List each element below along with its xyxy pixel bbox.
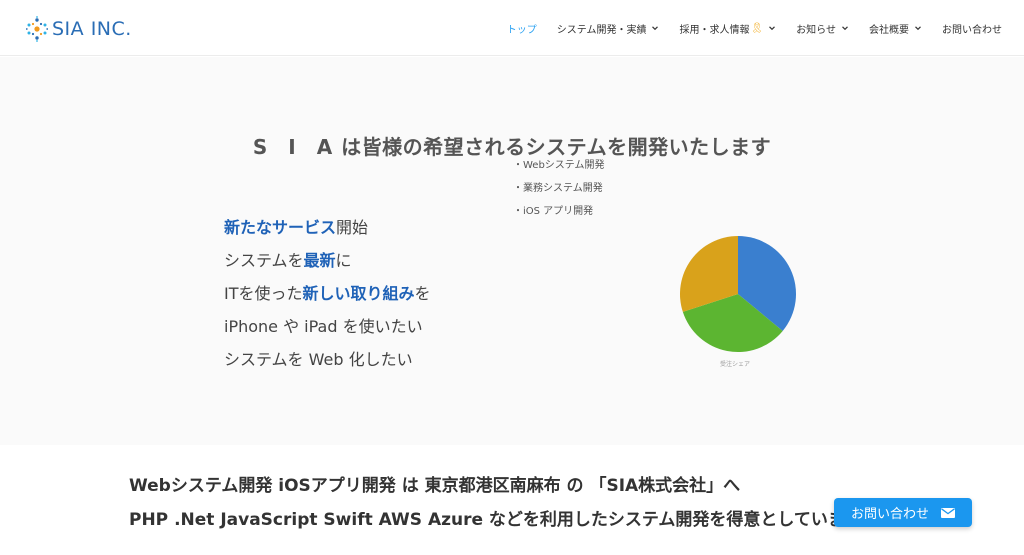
legend-label: ・iOS アプリ開発 bbox=[513, 206, 594, 217]
feature-highlight: 最新 bbox=[303, 251, 336, 270]
feature-highlight: 新たなサービス bbox=[224, 218, 337, 237]
feature-line: 新たなサービス開始 bbox=[224, 217, 431, 250]
chart-title: 受注シェア bbox=[720, 361, 751, 368]
nav-item-label: お問い合わせ bbox=[942, 24, 1002, 36]
tagline-company: S I A bbox=[252, 135, 340, 159]
ribbon-icon: 🎗 bbox=[750, 22, 764, 34]
nav-item-label: トップ bbox=[506, 24, 537, 36]
feature-line: システムを最新に bbox=[224, 250, 431, 283]
nav-item-news[interactable]: お知らせ bbox=[796, 21, 849, 36]
nav-item-label: 採用・求人情報 bbox=[679, 24, 750, 36]
legend-label: ・業務システム開発 bbox=[513, 183, 603, 194]
pie-chart-svg bbox=[680, 236, 796, 352]
feature-text: に bbox=[335, 251, 352, 270]
nav-item-label: お知らせ bbox=[796, 24, 836, 36]
site-header: SIA INC. トップ システム開発・実績 採用・求人情報 🎗 お知らせ 会社… bbox=[0, 0, 1024, 56]
contact-button[interactable]: お問い合わせ bbox=[834, 498, 972, 527]
hero-section: S I A は皆様の希望されるシステムを開発いたします 新たなサービス開始 システム… bbox=[0, 57, 1024, 445]
feature-text: システムを Web 化したい bbox=[224, 350, 413, 369]
nav-item-top[interactable]: トップ bbox=[507, 21, 537, 36]
feature-line: ITを使った新しい取り組みを bbox=[224, 283, 431, 316]
main-nav: トップ システム開発・実績 採用・求人情報 🎗 お知らせ 会社概要 お問い合わせ bbox=[487, 0, 1002, 56]
feature-text: iPhone や iPad を使いたい bbox=[224, 317, 423, 336]
service-summary: Webシステム開発 iOSアプリ開発 は 東京都港区南麻布 の 「SIA株式会社… bbox=[129, 476, 741, 496]
feature-list: 新たなサービス開始 システムを最新に ITを使った新しい取り組みを iPhone や … bbox=[224, 217, 431, 382]
feature-text: システムを bbox=[224, 251, 304, 270]
nav-item-label: システム開発・実績 bbox=[556, 24, 647, 36]
feature-line: iPhone や iPad を使いたい bbox=[224, 316, 431, 349]
feature-highlight: 新しい取り組み bbox=[302, 284, 415, 303]
nav-item-recruit[interactable]: 採用・求人情報 🎗 bbox=[679, 21, 776, 36]
nav-item-contact[interactable]: お問い合わせ bbox=[942, 21, 1002, 36]
share-pie-chart: ・Webシステム開発 ・業務システム開発 ・iOS アプリ開発 受注シェア bbox=[505, 160, 815, 377]
legend-label: ・Webシステム開発 bbox=[513, 160, 605, 171]
feature-text: ITを使った bbox=[224, 284, 303, 303]
feature-text: を bbox=[414, 284, 431, 303]
chevron-down-icon bbox=[769, 26, 776, 31]
hero-tagline: S I A は皆様の希望されるシステムを開発いたします bbox=[0, 131, 1024, 160]
feature-text: 開始 bbox=[336, 218, 369, 237]
chevron-down-icon bbox=[652, 26, 659, 31]
logo-mark-icon bbox=[26, 16, 48, 42]
chevron-down-icon bbox=[842, 26, 848, 31]
logo-text: SIA INC. bbox=[52, 18, 132, 40]
chevron-down-icon bbox=[915, 26, 921, 31]
nav-item-company[interactable]: 会社概要 bbox=[869, 21, 922, 36]
nav-item-system-dev[interactable]: システム開発・実績 bbox=[557, 21, 660, 36]
contact-button-label: お問い合わせ bbox=[850, 507, 929, 522]
feature-line: システムを Web 化したい bbox=[224, 349, 431, 382]
mail-icon bbox=[941, 507, 955, 518]
tech-summary: PHP .Net JavaScript Swift AWS Azure などを利… bbox=[129, 510, 849, 530]
logo[interactable]: SIA INC. bbox=[26, 14, 132, 44]
nav-item-label: 会社概要 bbox=[869, 24, 909, 36]
